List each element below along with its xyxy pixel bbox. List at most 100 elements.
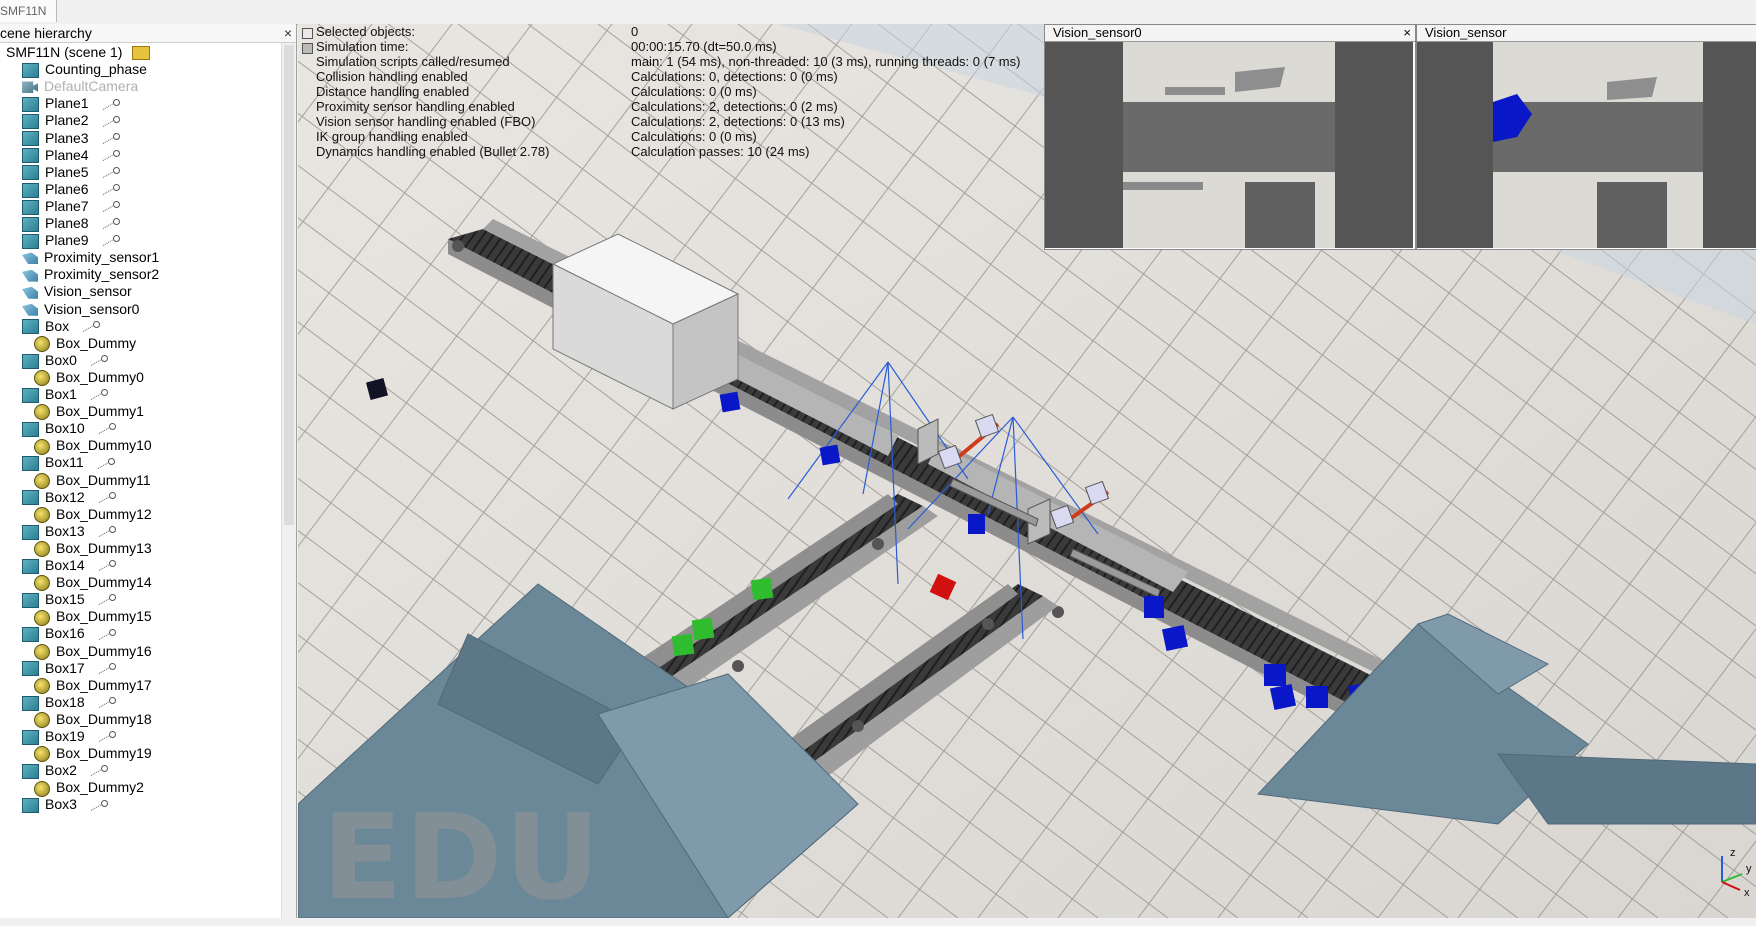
close-icon[interactable]: × — [1403, 25, 1411, 41]
tree-item-label: Proximity_sensor2 — [44, 266, 160, 283]
stat-label: Vision sensor handling enabled (FBO) — [316, 114, 536, 129]
dummy-icon — [34, 438, 50, 455]
script-link-icon[interactable] — [103, 184, 121, 196]
box-icon — [22, 798, 39, 814]
stats-toggle-icon[interactable] — [302, 28, 313, 39]
vision-sensor-icon — [22, 303, 38, 316]
stat-label: Proximity sensor handling enabled — [316, 99, 515, 114]
script-link-icon[interactable] — [99, 560, 117, 572]
script-link-icon[interactable] — [103, 235, 121, 247]
tree-item-label: Box18 — [45, 693, 85, 710]
script-link-icon[interactable] — [103, 115, 121, 128]
stat-label: Selected objects: — [316, 24, 416, 39]
tree-item-label: Plane5 — [45, 163, 89, 180]
script-link-icon[interactable] — [103, 166, 121, 179]
script-link-icon[interactable] — [103, 218, 121, 230]
script-link-icon[interactable] — [99, 731, 117, 743]
scene-icon — [132, 46, 151, 61]
tree-item-label: Box_Dummy13 — [56, 539, 152, 556]
box-icon — [22, 490, 39, 506]
tree-item-label: Box14 — [45, 557, 85, 573]
box-icon — [22, 148, 39, 164]
tree-item-label: Plane3 — [45, 129, 89, 146]
tree-item-label: Plane4 — [45, 146, 89, 163]
dummy-icon — [34, 746, 50, 763]
script-link-icon[interactable] — [99, 423, 117, 435]
tree-item[interactable]: Box3 — [22, 795, 109, 814]
axis-label-y: y — [1746, 863, 1752, 875]
dummy-icon — [34, 643, 50, 660]
tree-item-label: Box_Dummy2 — [56, 779, 144, 796]
script-link-icon[interactable] — [103, 98, 121, 111]
tree-item-label: Box19 — [45, 728, 85, 744]
proximity-sensor-icon — [22, 269, 38, 282]
tree-item-label: Box11 — [45, 454, 84, 471]
box-icon — [22, 114, 39, 130]
stat-value: Calculations: 0, detections: 0 (0 ms) — [631, 69, 838, 84]
tree-item-label: Plane7 — [45, 197, 89, 214]
close-icon[interactable]: × — [284, 24, 292, 42]
dummy-icon — [34, 541, 50, 558]
vision-sensor-view[interactable]: Vision_sensor — [1416, 24, 1756, 250]
script-link-icon[interactable] — [91, 355, 109, 367]
tree-item-label: Proximity_sensor1 — [44, 249, 160, 266]
tree-item-label: Box_Dummy1 — [56, 403, 144, 420]
script-link-icon[interactable] — [99, 594, 117, 606]
stat-value: Calculation passes: 10 (24 ms) — [631, 144, 810, 159]
scene-hierarchy-panel: cene hierarchy × SMF11N (scene 1) Countin… — [0, 24, 297, 918]
box-icon — [22, 456, 39, 472]
tree-item-label: Plane6 — [45, 180, 89, 197]
script-link-icon[interactable] — [99, 628, 117, 641]
scene-tab[interactable]: SMF11N — [0, 0, 58, 22]
box-icon — [22, 353, 39, 369]
vision-sensor-title: Vision_sensor — [1425, 25, 1507, 40]
script-link-icon[interactable] — [91, 765, 109, 777]
vision-sensor-header: Vision_sensor — [1417, 25, 1756, 42]
script-link-icon[interactable] — [99, 491, 117, 504]
box-icon — [22, 216, 39, 232]
tree-item-label: Box_Dummy19 — [56, 745, 152, 762]
script-link-icon[interactable] — [103, 149, 121, 162]
tree-item-label: Box13 — [45, 522, 85, 539]
tree-item-label: Box_Dummy17 — [56, 676, 152, 693]
tree-item-label: Box2 — [45, 762, 77, 779]
scrollbar-thumb[interactable] — [284, 45, 294, 525]
tree-item-label: DefaultCamera — [44, 78, 139, 95]
tree-item-label: Box1 — [45, 386, 77, 402]
tree-item-label: Box_Dummy14 — [56, 574, 152, 591]
hierarchy-scrollbar[interactable] — [281, 43, 296, 918]
stat-value: 0 — [631, 24, 639, 39]
vision-sensor-image — [1417, 42, 1756, 248]
vision-sensor0-view[interactable]: Vision_sensor0 × — [1044, 24, 1416, 250]
tree-item-label: Box_Dummy18 — [56, 710, 152, 727]
box-icon — [22, 131, 39, 147]
dummy-icon — [34, 335, 50, 352]
stat-value: 00:00:15.70 (dt=50.0 ms) — [631, 39, 777, 54]
stats-expand-icon[interactable] — [302, 43, 313, 54]
script-link-icon[interactable] — [98, 457, 116, 470]
box-icon — [22, 387, 39, 403]
script-link-icon[interactable] — [91, 799, 109, 812]
tree-item-label: Box17 — [45, 659, 85, 676]
tree-item-label: Box10 — [45, 420, 85, 437]
script-link-icon[interactable] — [103, 132, 121, 145]
document-tabbar: SMF11N — [0, 0, 1756, 25]
stat-label: IK group handling enabled — [316, 129, 468, 144]
dummy-icon — [34, 472, 50, 489]
tree-item-label: Box_Dummy16 — [56, 642, 152, 659]
tree-item-label: Box0 — [45, 351, 77, 368]
script-link-icon[interactable] — [103, 201, 121, 213]
tree-item-label: SMF11N (scene 1) — [6, 44, 123, 60]
dummy-icon — [34, 404, 50, 421]
script-link-icon[interactable] — [83, 320, 101, 333]
tree-item-label: Vision_sensor — [44, 283, 132, 300]
script-link-icon[interactable] — [99, 526, 117, 538]
dummy-icon — [34, 575, 50, 592]
script-link-icon[interactable] — [99, 662, 117, 675]
script-link-icon[interactable] — [91, 389, 109, 401]
tree-item-label: Box — [45, 317, 70, 334]
vision-sensor0-title: Vision_sensor0 — [1053, 25, 1142, 40]
dummy-icon — [34, 712, 50, 729]
script-link-icon[interactable] — [99, 697, 117, 709]
box-icon — [22, 182, 39, 198]
